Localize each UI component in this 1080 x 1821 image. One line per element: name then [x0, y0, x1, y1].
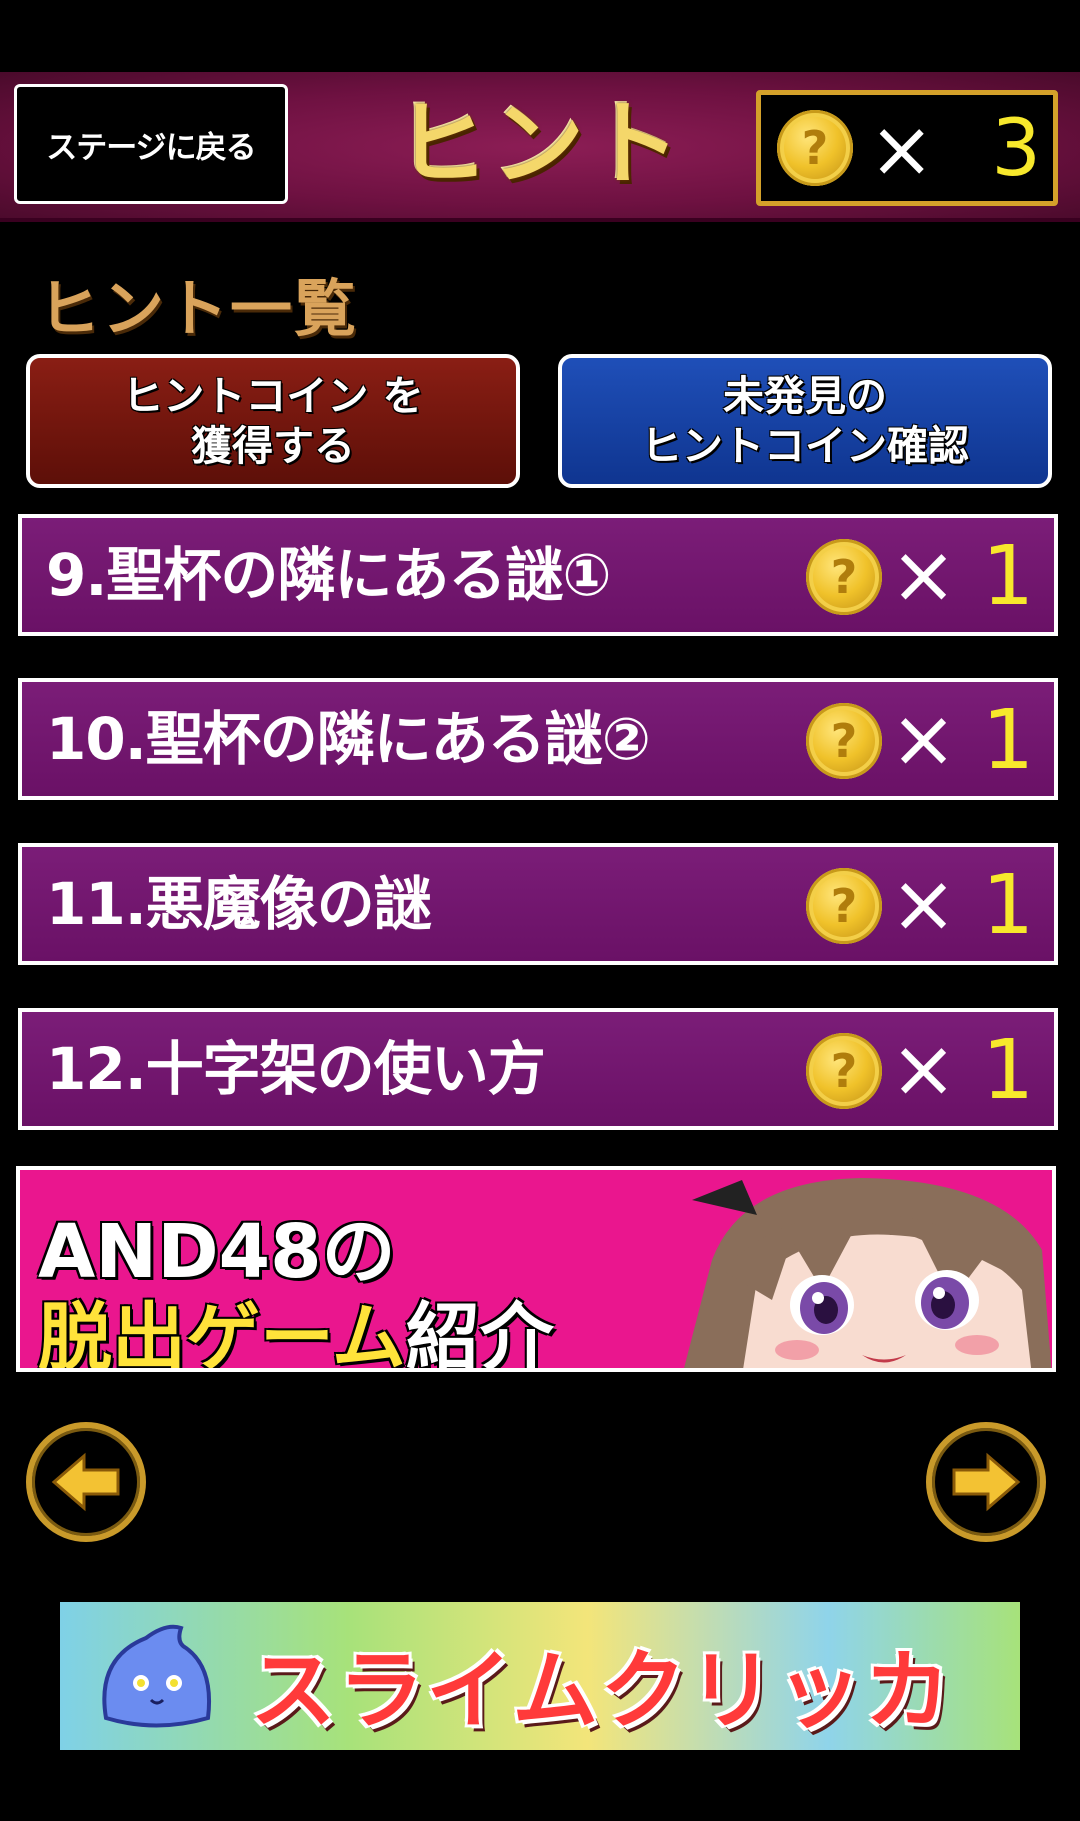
- earn-hint-coins-button[interactable]: ヒントコイン を 獲得する: [26, 354, 520, 488]
- hint-coin-icon: ?: [806, 539, 882, 615]
- hint-coin-icon: ?: [777, 110, 853, 186]
- hint-item-label: 9.聖杯の隣にある謎①: [46, 541, 611, 609]
- times-symbol: ×: [869, 105, 935, 195]
- hint-coin-icon: ?: [806, 868, 882, 944]
- check-undiscovered-coins-label: 未発見の ヒントコイン確認: [641, 372, 969, 470]
- page-title: ヒント: [395, 91, 684, 198]
- ad-title: スライムクリッカー: [250, 1641, 953, 1741]
- hint-item[interactable]: 12.十字架の使い方 ? × 1: [18, 1008, 1058, 1130]
- hint-coin-icon: ?: [806, 703, 882, 779]
- slime-clicker-ad-banner[interactable]: スライムクリッカー: [60, 1602, 1020, 1750]
- hint-item-label: 12.十字架の使い方: [46, 1035, 546, 1103]
- promo-subtitle: 脱出ゲーム紹介: [38, 1278, 554, 1372]
- hint-cost: 1: [982, 529, 1035, 624]
- anime-girl-illustration: [684, 1178, 1052, 1368]
- hint-item[interactable]: 10.聖杯の隣にある謎② ? × 1: [18, 678, 1058, 800]
- hint-item[interactable]: 9.聖杯の隣にある謎① ? × 1: [18, 514, 1058, 636]
- times-symbol: ×: [890, 857, 958, 950]
- arrow-right-icon: [952, 1452, 1021, 1512]
- hint-cost: 1: [982, 1023, 1035, 1118]
- hint-item[interactable]: 11.悪魔像の謎 ? × 1: [18, 843, 1058, 965]
- hint-item-label: 10.聖杯の隣にある謎②: [46, 705, 651, 773]
- coin-balance: ? × 3: [756, 90, 1058, 206]
- arrow-left-icon: [51, 1452, 120, 1512]
- check-undiscovered-coins-button[interactable]: 未発見の ヒントコイン確認: [558, 354, 1052, 488]
- times-symbol: ×: [890, 528, 958, 621]
- escape-games-promo-banner[interactable]: AND48の 脱出ゲーム紹介: [16, 1166, 1056, 1372]
- hint-cost: 1: [982, 693, 1035, 788]
- slime-mascot-icon: [102, 1624, 211, 1728]
- next-page-button[interactable]: [926, 1422, 1046, 1542]
- previous-page-button[interactable]: [26, 1422, 146, 1542]
- hint-cost: 1: [982, 858, 1035, 953]
- coin-count: 3: [991, 104, 1041, 194]
- times-symbol: ×: [890, 692, 958, 785]
- promo-subtitle-suffix: 紹介: [405, 1295, 554, 1372]
- section-title: ヒント一覧: [38, 272, 359, 345]
- times-symbol: ×: [890, 1022, 958, 1115]
- hint-item-label: 11.悪魔像の謎: [46, 870, 432, 938]
- earn-hint-coins-label: ヒントコイン を 獲得する: [122, 372, 424, 470]
- back-to-stage-button[interactable]: ステージに戻る: [14, 84, 288, 204]
- hint-coin-icon: ?: [806, 1033, 882, 1109]
- promo-subtitle-highlight: 脱出ゲーム: [38, 1295, 406, 1372]
